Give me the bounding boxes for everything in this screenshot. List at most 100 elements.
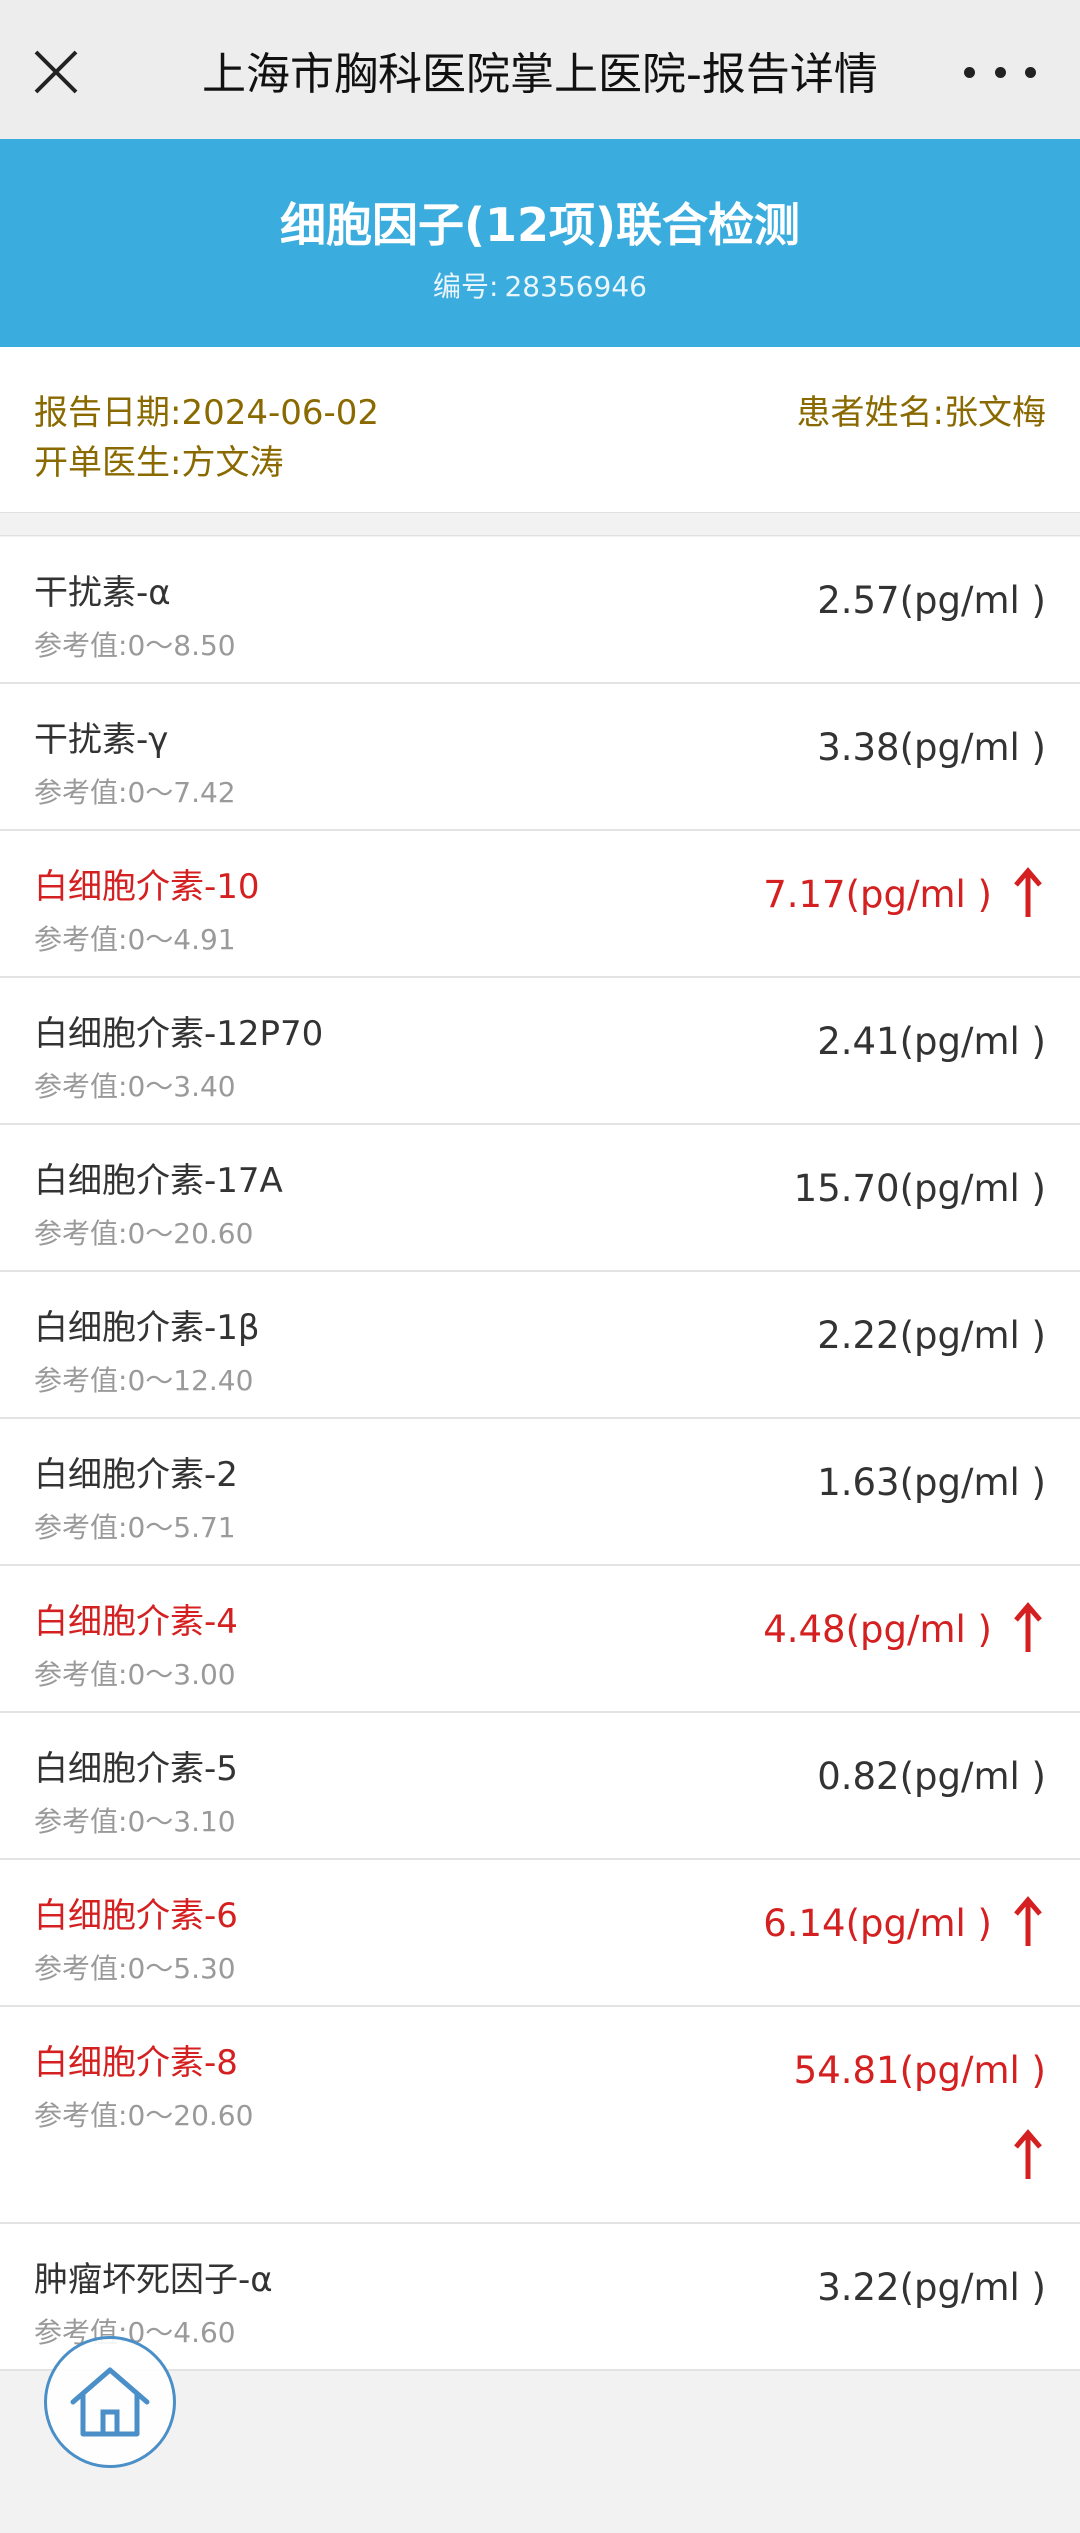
test-name: 白细胞介素-8: [34, 2043, 238, 2083]
test-name: 白细胞介素-6: [34, 1896, 238, 1936]
more-dot: [1025, 66, 1036, 78]
more-icon[interactable]: [964, 44, 1036, 100]
reference-label: 参考值:: [34, 2099, 128, 2132]
page-title: 上海市胸科医院掌上医院-报告详情: [202, 48, 878, 100]
test-value: 3.22(pg/ml ): [817, 2266, 1046, 2309]
test-value: 2.41(pg/ml ): [817, 1020, 1046, 1063]
reference-range: 参考值:0～20.60: [34, 2094, 253, 2134]
report-meta: 报告日期:2024-06-02 患者姓名:张文梅 开单医生:方文涛: [0, 347, 1080, 512]
reference-label: 参考值:: [34, 1070, 128, 1103]
reference-value: 0～20.60: [127, 2099, 254, 2132]
test-value: 2.22(pg/ml ): [817, 1314, 1046, 1357]
reference-value: 0～8.50: [127, 629, 236, 662]
report-header: 细胞因子(12项)联合检测 编号: 28356946: [0, 139, 1080, 347]
test-name: 白细胞介素-4: [34, 1602, 238, 1642]
reference-label: 参考值:: [34, 629, 128, 662]
result-item: 白细胞介素-5 参考值:0～3.10 0.82(pg/ml ): [0, 1713, 1080, 1860]
reference-range: 参考值:0～5.30: [34, 1947, 236, 1987]
reference-value: 0～5.30: [127, 1952, 236, 1985]
result-item: 干扰素-γ 参考值:0～7.42 3.38(pg/ml ): [0, 684, 1080, 831]
arrow-up-icon: [1014, 1602, 1042, 1652]
test-name: 白细胞介素-5: [34, 1749, 238, 1789]
report-date-label: 报告日期:: [34, 393, 182, 433]
more-dot: [964, 66, 975, 78]
reference-value: 0～20.60: [127, 1217, 254, 1250]
reference-value: 0～12.40: [127, 1364, 254, 1397]
arrow-up-icon: [1014, 1896, 1042, 1946]
result-item-abnormal: 白细胞介素-6 参考值:0～5.30 6.14(pg/ml ): [0, 1860, 1080, 2007]
reference-label: 参考值:: [34, 1364, 128, 1397]
section-divider: [0, 512, 1080, 536]
reference-value: 0～3.10: [127, 1805, 236, 1838]
result-item: 肿瘤坏死因子-α 参考值:0～4.60 3.22(pg/ml ): [0, 2224, 1080, 2371]
reference-range: 参考值:0～12.40: [34, 1359, 253, 1399]
top-navbar: 上海市胸科医院掌上医院-报告详情: [0, 0, 1080, 139]
report-title: 细胞因子(12项)联合检测: [279, 198, 801, 252]
reference-range: 参考值:0～20.60: [34, 1212, 253, 1252]
home-button[interactable]: [44, 2336, 176, 2468]
patient-name: 患者姓名:张文梅: [797, 385, 1046, 434]
test-name: 白细胞介素-1β: [34, 1308, 260, 1348]
result-item-abnormal: 白细胞介素-4 参考值:0～3.00 4.48(pg/ml ): [0, 1566, 1080, 1713]
reference-label: 参考值:: [34, 776, 128, 809]
arrow-up-icon: [1014, 2129, 1042, 2179]
patient-name-label: 患者姓名:: [796, 393, 944, 433]
reference-label: 参考值:: [34, 1658, 128, 1691]
result-item: 白细胞介素-1β 参考值:0～12.40 2.22(pg/ml ): [0, 1272, 1080, 1419]
arrow-up-icon: [1014, 867, 1042, 917]
test-value: 0.82(pg/ml ): [817, 1755, 1046, 1798]
report-date: 报告日期:2024-06-02: [34, 385, 379, 434]
report-number-value: 28356946: [504, 270, 647, 303]
ordering-doctor-label: 开单医生:: [34, 443, 182, 483]
close-icon[interactable]: [28, 44, 84, 100]
test-value: 54.81(pg/ml ): [793, 2049, 1046, 2092]
reference-label: 参考值:: [34, 1952, 128, 1985]
result-item: 白细胞介素-12P70 参考值:0～3.40 2.41(pg/ml ): [0, 978, 1080, 1125]
reference-range: 参考值:0～3.00: [34, 1653, 236, 1693]
test-value: 2.57(pg/ml ): [817, 579, 1046, 622]
result-item: 白细胞介素-2 参考值:0～5.71 1.63(pg/ml ): [0, 1419, 1080, 1566]
report-number-label: 编号:: [433, 270, 499, 303]
test-value: 1.63(pg/ml ): [817, 1461, 1046, 1504]
patient-name-value: 张文梅: [944, 393, 1046, 433]
reference-range: 参考值:0～3.40: [34, 1065, 236, 1105]
result-item-abnormal: 白细胞介素-8 参考值:0～20.60 54.81(pg/ml ): [0, 2007, 1080, 2224]
test-value: 6.14(pg/ml ): [763, 1902, 992, 1945]
test-name: 白细胞介素-12P70: [34, 1014, 324, 1054]
ordering-doctor-value: 方文涛: [181, 443, 284, 483]
result-item-abnormal: 白细胞介素-10 参考值:0～4.91 7.17(pg/ml ): [0, 831, 1080, 978]
result-item: 干扰素-α 参考值:0～8.50 2.57(pg/ml ): [0, 537, 1080, 684]
reference-value: 0～3.00: [127, 1658, 236, 1691]
reference-value: 0～4.60: [127, 2316, 236, 2349]
test-value: 15.70(pg/ml ): [793, 1167, 1046, 1210]
reference-label: 参考值:: [34, 1511, 128, 1544]
reference-label: 参考值:: [34, 923, 128, 956]
test-name: 肿瘤坏死因子-α: [34, 2260, 273, 2300]
reference-range: 参考值:0～8.50: [34, 624, 236, 664]
ordering-doctor: 开单医生:方文涛: [34, 435, 283, 484]
reference-range: 参考值:0～3.10: [34, 1800, 236, 1840]
reference-range: 参考值:0～4.91: [34, 918, 236, 958]
test-name: 白细胞介素-10: [34, 867, 260, 907]
test-value: 3.38(pg/ml ): [817, 726, 1046, 769]
reference-label: 参考值:: [34, 1217, 128, 1250]
reference-value: 0～3.40: [127, 1070, 236, 1103]
test-name: 白细胞介素-17A: [34, 1161, 283, 1201]
reference-value: 0～7.42: [127, 776, 236, 809]
reference-range: 参考值:0～7.42: [34, 771, 236, 811]
more-dot: [994, 66, 1006, 78]
reference-range: 参考值:0～5.71: [34, 1506, 236, 1546]
test-value: 4.48(pg/ml ): [763, 1608, 992, 1651]
reference-value: 0～5.71: [127, 1511, 236, 1544]
reference-value: 0～4.91: [127, 923, 236, 956]
report-number: 编号: 28356946: [0, 265, 1080, 305]
result-item: 白细胞介素-17A 参考值:0～20.60 15.70(pg/ml ): [0, 1125, 1080, 1272]
test-name: 干扰素-α: [34, 573, 171, 613]
test-name: 干扰素-γ: [34, 720, 169, 760]
reference-label: 参考值:: [34, 1805, 128, 1838]
home-icon: [70, 2367, 150, 2437]
test-name: 白细胞介素-2: [34, 1455, 238, 1495]
test-value: 7.17(pg/ml ): [763, 873, 992, 916]
report-date-value: 2024-06-02: [181, 393, 380, 433]
result-list: 干扰素-α 参考值:0～8.50 2.57(pg/ml ) 干扰素-γ 参考值:…: [0, 537, 1080, 2371]
